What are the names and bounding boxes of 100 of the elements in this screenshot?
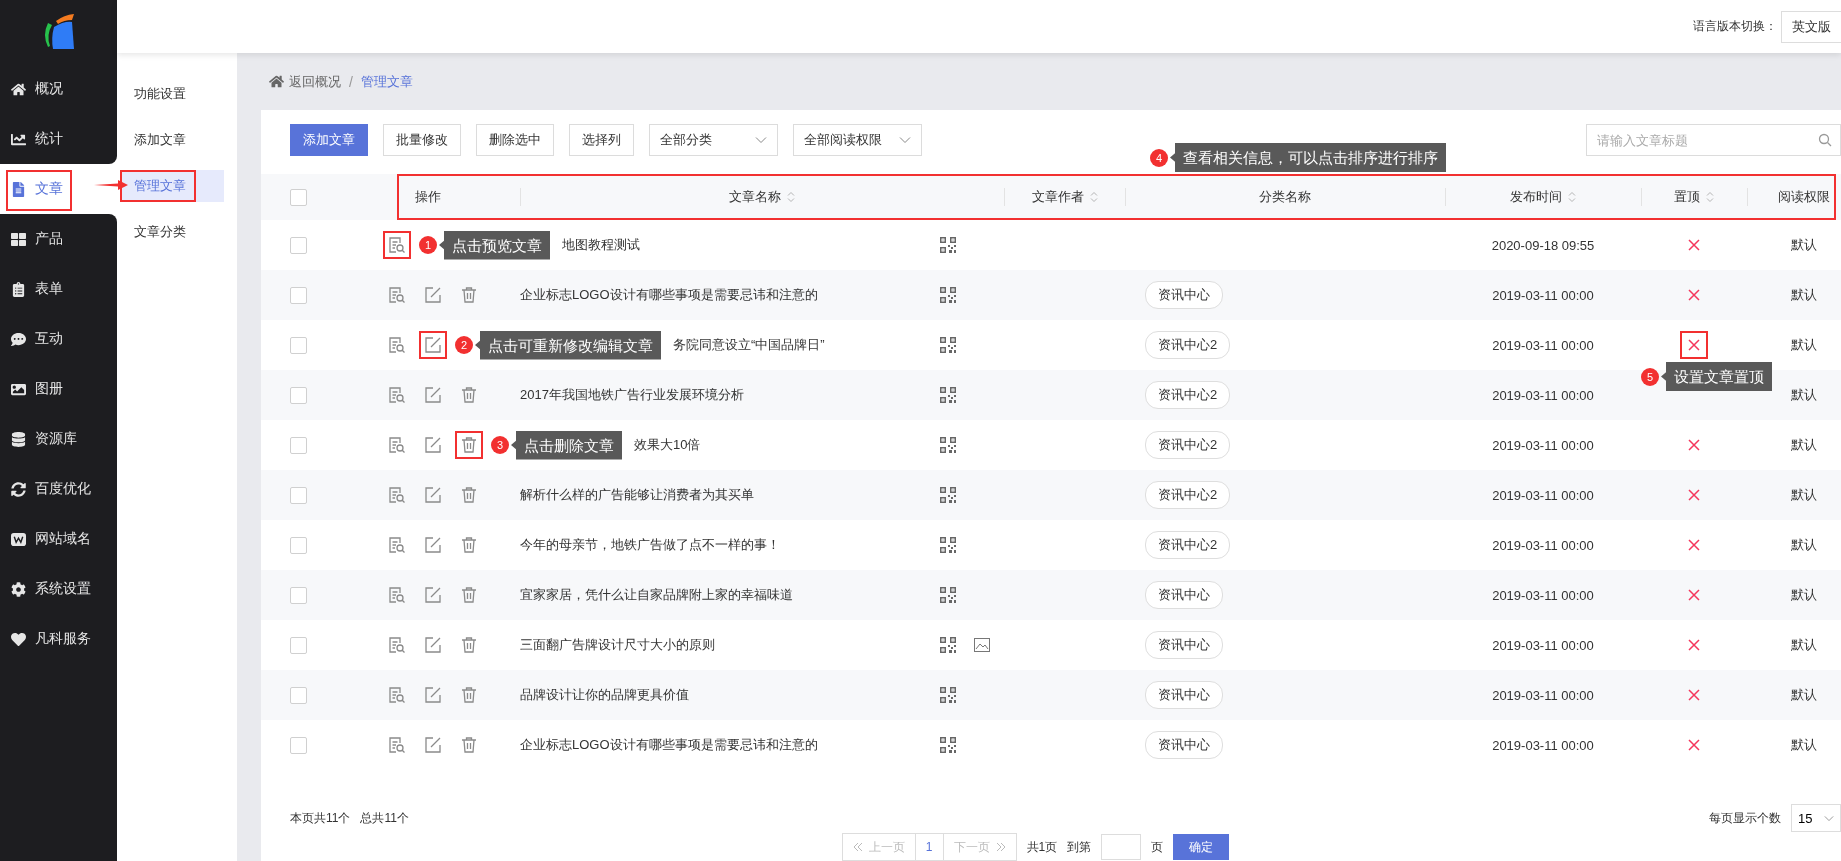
qr-code-icon[interactable] [940,287,956,303]
checkbox[interactable] [290,636,307,654]
article-title[interactable]: 品牌设计让你的品牌更具价值 [520,686,689,704]
qr-code-icon[interactable] [940,337,956,353]
step-number: 2 [455,336,473,354]
sidebar-item[interactable]: 互动 [0,314,117,364]
article-title[interactable]: 企业标志LOGO设计有哪些事项是需要忌讳和注意的 [520,286,818,304]
sidebar-item[interactable]: 表单 [0,264,117,314]
article-title[interactable]: 效果大10倍 [634,436,701,454]
checkbox[interactable] [290,386,307,404]
toolbar-button[interactable]: 删除选中 [476,124,554,156]
qr-code-icon[interactable] [940,487,956,503]
confirm-button[interactable]: 确定 [1173,834,1230,860]
trash-icon [460,436,478,454]
checkbox[interactable] [290,336,307,354]
image-icon [11,381,26,397]
image-icon[interactable] [974,638,990,652]
sidebar-item[interactable]: 图册 [0,364,117,414]
checkbox[interactable] [290,436,307,454]
category-tag: 资讯中心2 [1145,331,1231,359]
sidebar-item[interactable]: 概况 [0,64,117,114]
column-header[interactable]: 文章名称 [729,188,781,206]
read-permission: 默认 [1791,586,1817,604]
submenu-item[interactable]: 功能设置 [120,78,224,110]
sidebar-item[interactable]: 网站域名 [0,514,117,564]
preview-icon [388,486,406,504]
qr-code-icon[interactable] [940,237,956,253]
qr-code-icon[interactable] [940,737,956,753]
search-box[interactable]: 请输入文章标题 [1586,124,1841,156]
column-header[interactable]: 文章作者 [1031,188,1084,206]
qr-code-icon[interactable] [940,637,956,653]
toolbar-button[interactable]: 选择列 [569,124,634,156]
qr-code-icon[interactable] [940,537,956,553]
sidebar-item[interactable]: 资源库 [0,414,117,464]
article-title[interactable]: 企业标志LOGO设计有哪些事项是需要忌讳和注意的 [520,736,818,754]
column-header[interactable]: 置顶 [1674,188,1700,206]
preview-icon [388,686,406,704]
article-title[interactable]: 务院同意设立“中国品牌日” [673,336,825,354]
article-title[interactable]: 解析什么样的广告能够让消费者为其买单 [520,486,754,504]
toolbar-button[interactable]: 批量修改 [383,124,461,156]
publish-date: 2019-03-11 00:00 [1492,387,1594,403]
checkbox[interactable] [290,536,307,554]
edit-icon [424,436,442,454]
edit-icon [424,736,442,754]
sidebar-item[interactable]: 产品 [0,214,117,264]
cross-icon [1688,439,1700,451]
breadcrumb-current: 管理文章 [360,72,413,91]
page-input[interactable] [1101,834,1142,860]
qr-code-icon[interactable] [940,387,956,403]
submenu-item[interactable]: 文章分类 [120,216,224,248]
article-title[interactable]: 宜家家居，凭什么让自家品牌附上家的幸福味道 [520,586,793,604]
sidebar-item[interactable]: 凡科服务 [0,614,117,664]
article-title[interactable]: 2017年我国地铁广告行业发展环境分析 [520,386,744,404]
delete-button[interactable] [455,431,483,459]
breadcrumb-link[interactable]: 返回概况 [269,72,341,91]
trash-icon [460,486,478,504]
submenu-item[interactable]: 管理文章 [120,170,224,202]
checkbox[interactable] [290,236,307,254]
edit-button[interactable] [419,331,447,359]
filter-dropdown[interactable]: 全部分类 [649,124,778,156]
language-select[interactable]: 英文版 [1781,10,1841,43]
checkbox[interactable] [290,188,307,206]
caret-icon [755,137,767,143]
trash-icon [460,536,478,554]
grid-icon [11,231,26,247]
sidebar-item[interactable]: 统计 [0,114,117,164]
home-icon [11,81,26,97]
per-page-select[interactable]: 15 [1791,804,1841,832]
toolbar-button[interactable]: 添加文章 [290,124,368,156]
tooltip: 查看相关信息，可以点击排序进行排序 [1170,143,1446,172]
read-permission: 默认 [1791,336,1817,354]
article-title[interactable]: 今年的母亲节，地铁广告做了点不一样的事！ [520,536,780,554]
sidebar-item[interactable]: 百度优化 [0,464,117,514]
preview-icon [388,236,406,254]
checkbox[interactable] [290,486,307,504]
heart-icon [11,631,26,647]
category-tag: 资讯中心2 [1145,381,1231,409]
checkbox[interactable] [290,736,307,754]
checkbox[interactable] [290,286,307,304]
column-header[interactable]: 发布时间 [1510,188,1562,206]
checkbox[interactable] [290,686,307,704]
category-tag: 资讯中心2 [1145,431,1231,459]
caret-icon [899,137,911,143]
article-title[interactable]: 三面翻广告牌设计尺寸大小的原则 [520,636,715,654]
checkbox[interactable] [290,586,307,604]
database-icon [11,431,26,447]
sidebar-item[interactable]: 系统设置 [0,564,117,614]
filter-dropdown[interactable]: 全部阅读权限 [793,124,922,156]
website-icon [11,531,26,547]
qr-code-icon[interactable] [940,687,956,703]
qr-code-icon[interactable] [940,587,956,603]
preview-icon [388,536,406,554]
trash-icon [460,686,478,704]
preview-button[interactable] [383,231,411,259]
qr-code-icon[interactable] [940,437,956,453]
article-title[interactable]: 地图教程测试 [562,236,640,254]
refresh-icon [11,481,26,497]
submenu-item[interactable]: 添加文章 [120,124,224,156]
pin-toggle[interactable] [1680,331,1708,359]
preview-icon [388,386,406,404]
